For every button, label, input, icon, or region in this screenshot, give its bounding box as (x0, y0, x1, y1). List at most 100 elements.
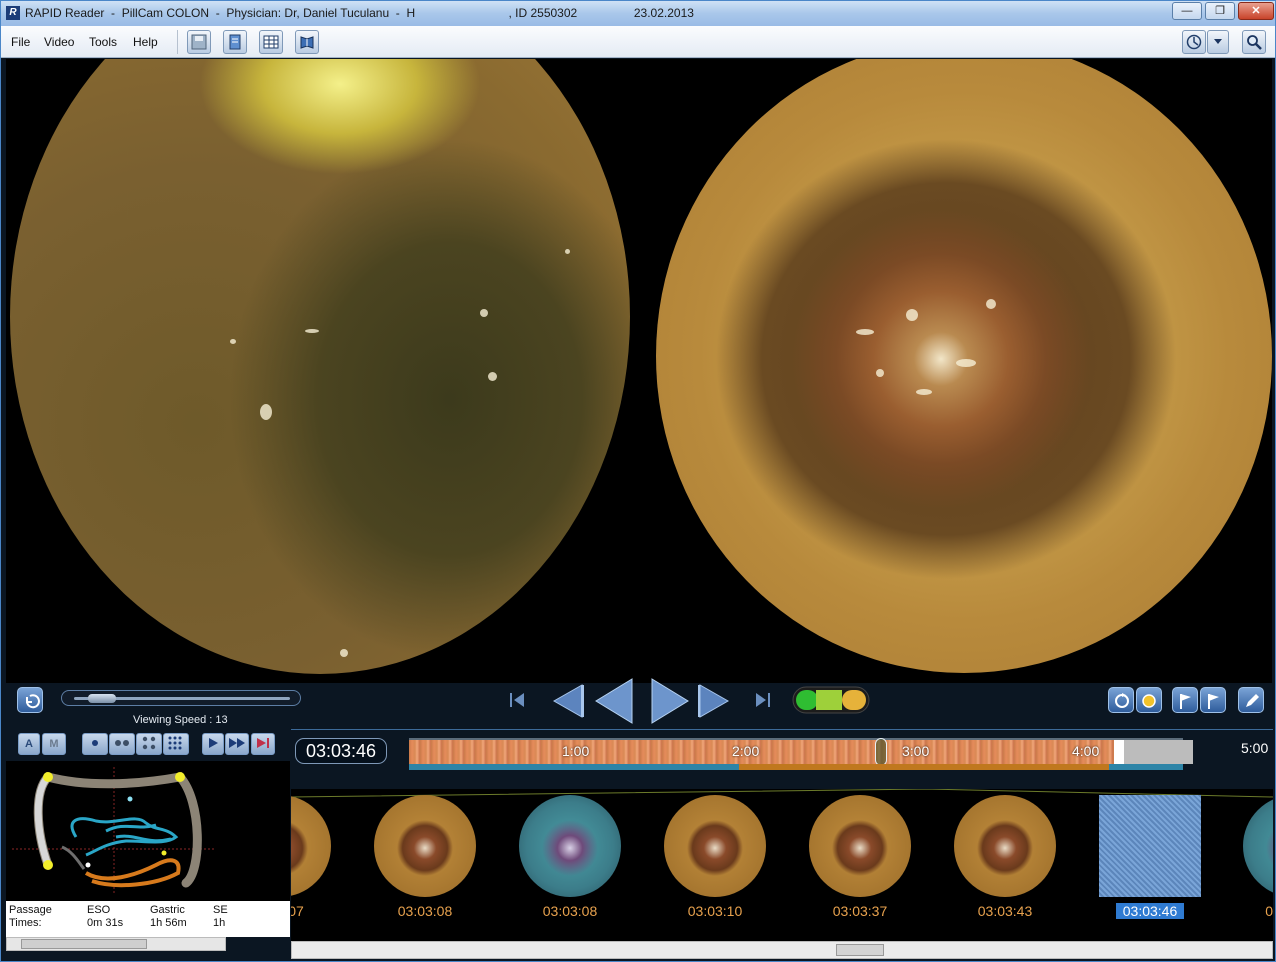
thumbnail-time: 03:03:08 (542, 903, 598, 919)
dual-view-button[interactable] (109, 733, 135, 755)
quad-view-icon (142, 736, 156, 750)
play-to-end-icon (257, 738, 269, 748)
title-bar: R RAPID Reader - PillCam COLON - Physici… (1, 1, 1275, 26)
timeline-tick: 3:00 (902, 743, 930, 759)
quickview-fast-button[interactable] (225, 733, 249, 755)
thumbnail-image[interactable] (1243, 795, 1273, 897)
thumbnail-image[interactable] (374, 795, 476, 897)
close-button[interactable]: ✕ (1238, 2, 1274, 20)
zoom-icon (1247, 35, 1262, 50)
window-title: RAPID Reader - PillCam COLON - Physician… (25, 6, 694, 20)
timeline-unrecorded (1124, 740, 1193, 764)
eso-label: ESO (87, 904, 111, 916)
rotate-icon (1115, 693, 1129, 708)
eso-value: 0m 31s (87, 917, 124, 929)
multi-view-button[interactable] (163, 733, 189, 755)
timeline-tick: 4:00 (1072, 743, 1100, 759)
sb-value: 1h (213, 917, 226, 929)
thumbnail-scrollbar[interactable] (291, 941, 1273, 959)
mode-a-button[interactable]: A (18, 733, 40, 755)
save-button[interactable] (187, 30, 211, 54)
table-icon (263, 35, 279, 49)
playback-controls: Viewing Speed : 13 (6, 678, 1272, 729)
thumbnail-time-selected: 03:03:46 (1116, 903, 1184, 919)
current-time: 03:03:46 (295, 738, 387, 764)
skip-to-end-icon[interactable] (754, 691, 772, 709)
thumbnail-image-selected[interactable] (1099, 795, 1201, 897)
thumbnail-image[interactable] (664, 795, 766, 897)
play-reverse-icon[interactable] (592, 677, 636, 725)
dual-view-icon (115, 740, 129, 746)
toolbar-separator (177, 30, 178, 54)
thumbnail-time: 03:03:10 (687, 903, 743, 919)
single-view-button[interactable] (82, 733, 108, 755)
play-forward-icon[interactable] (648, 677, 692, 725)
timeline-end-label: 5:00 (1241, 740, 1269, 756)
thumbnail-image[interactable] (809, 795, 911, 897)
thumbnail-image[interactable] (519, 795, 621, 897)
scrollbar-thumb[interactable] (836, 944, 884, 956)
minimize-button[interactable]: — (1172, 2, 1202, 20)
passage-scrollbar[interactable] (6, 937, 226, 951)
compass-dropdown[interactable] (1207, 30, 1229, 54)
thumbnail-image[interactable] (291, 795, 331, 897)
quickview-play-button[interactable] (202, 733, 224, 755)
skip-to-start-icon[interactable] (508, 691, 526, 709)
viewing-speed-label: Viewing Speed : 13 (133, 714, 228, 726)
gastric-value: 1h 56m (150, 917, 187, 929)
maximize-button[interactable]: ❐ (1205, 2, 1235, 20)
flag-button-2[interactable] (1200, 687, 1226, 713)
quickview-end-button[interactable] (251, 733, 275, 755)
mode-m-button[interactable]: M (42, 733, 66, 755)
undo-button[interactable] (17, 687, 43, 713)
report-button[interactable] (223, 30, 247, 54)
find-button[interactable] (1136, 687, 1162, 713)
timeline-colon-segment (739, 764, 1109, 770)
flag-button-1[interactable] (1172, 687, 1198, 713)
timeline: 03:03:46 1:00 2:00 3:00 4:00 5:00 (291, 729, 1273, 789)
scrollbar-thumb[interactable] (21, 939, 147, 949)
color-bar-indicator-icon[interactable] (792, 686, 870, 714)
menu-tools[interactable]: Tools (89, 35, 117, 49)
viewing-speed-slider[interactable] (61, 690, 301, 706)
compass-button[interactable] (1182, 30, 1206, 54)
atlas-icon (300, 36, 314, 49)
quad-view-button[interactable] (136, 733, 162, 755)
capsule-frame-right[interactable] (656, 59, 1272, 673)
timeline-position-marker[interactable] (875, 738, 887, 766)
edit-button[interactable] (1238, 687, 1264, 713)
timeline-end-marker (1114, 740, 1124, 764)
app-window: R RAPID Reader - PillCam COLON - Physici… (0, 0, 1276, 962)
dropdown-icon (1214, 39, 1222, 44)
menu-file[interactable]: File (11, 35, 30, 49)
compass-icon (1186, 34, 1202, 50)
pencil-icon (1246, 694, 1259, 707)
step-back-icon[interactable] (550, 683, 586, 719)
timeline-bar[interactable]: 1:00 2:00 3:00 4:00 (409, 738, 1193, 766)
menu-video[interactable]: Video (44, 35, 74, 49)
step-forward-icon[interactable] (696, 683, 732, 719)
atlas-button[interactable] (295, 30, 319, 54)
menu-bar: File Video Tools Help (1, 26, 1275, 58)
flag-icon (1180, 694, 1191, 709)
report-icon (229, 34, 241, 50)
slider-thumb[interactable] (88, 694, 116, 703)
thumbnail-time: 07 (291, 903, 304, 919)
colon-map-diagram (12, 767, 214, 895)
gastric-label: Gastric (150, 904, 185, 916)
timeline-tick: 2:00 (732, 743, 760, 759)
zoom-button[interactable] (1242, 30, 1266, 54)
thumbnail-time: 03:03:08 (397, 903, 453, 919)
find-icon (1142, 694, 1156, 708)
thumbnail-image[interactable] (954, 795, 1056, 897)
capsule-frame-left[interactable] (10, 59, 630, 674)
table-button[interactable] (259, 30, 283, 54)
single-view-icon (92, 740, 98, 746)
thumbnail-time: 03:03:37 (832, 903, 888, 919)
timeline-segment-bar (409, 764, 1183, 770)
passage-times: Passage Times: ESO 0m 31s Gastric 1h 56m… (6, 901, 290, 937)
menu-help[interactable]: Help (133, 35, 158, 49)
rotate-button[interactable] (1108, 687, 1134, 713)
thumbnail-time: 03:03:43 (977, 903, 1033, 919)
localization-map[interactable] (6, 761, 290, 901)
